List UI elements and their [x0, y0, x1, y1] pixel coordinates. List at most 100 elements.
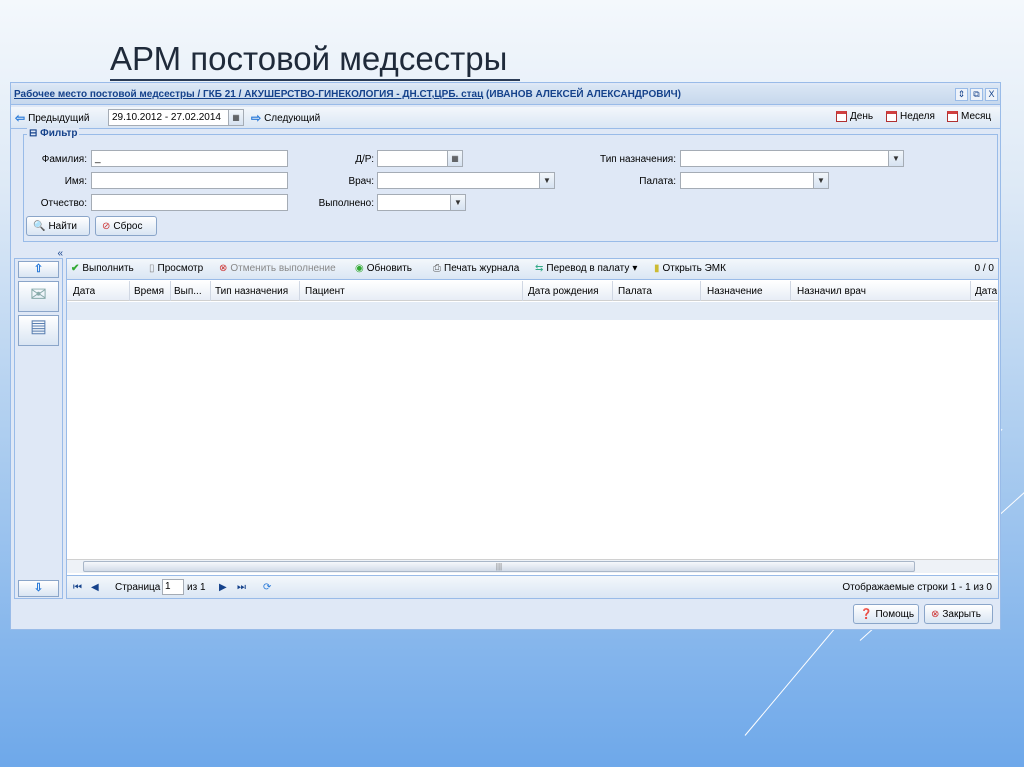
name-input[interactable]: [91, 172, 288, 189]
first-page-icon[interactable]: ⏮: [73, 582, 82, 593]
surname-input[interactable]: _: [91, 150, 288, 167]
help-icon: ❓: [860, 608, 873, 620]
prev-label: Предыдущий: [28, 112, 90, 124]
cancel-label: Отменить выполнение: [230, 263, 336, 274]
folder-icon: ▮: [654, 263, 660, 274]
close-button[interactable]: ⊗ Закрыть: [924, 604, 993, 624]
grid-toolbar: ✔ Выполнить ▯ Просмотр ⊗ Отменить выполнени…: [67, 259, 998, 280]
refresh-button[interactable]: ◉ Обновить: [355, 263, 412, 274]
prev-button[interactable]: ⇦ Предыдущий: [15, 111, 89, 125]
left-side-panel: ⇧ ✉ ▤ ⇩: [14, 258, 63, 599]
next-label: Следующий: [264, 112, 321, 124]
type-select[interactable]: ▼: [680, 150, 904, 167]
transfer-icon: ⇆: [535, 263, 544, 274]
surname-label: Фамилия:: [41, 154, 87, 165]
horizontal-scrollbar[interactable]: |||: [67, 559, 998, 573]
find-label: Найти: [48, 220, 77, 232]
reset-icon: ⊘: [102, 220, 111, 232]
execute-label: Выполнить: [82, 263, 134, 274]
title-link[interactable]: Рабочее место постовой медсестры / ГКБ 2…: [14, 89, 483, 100]
paging-toolbar: ⏮ ◀ Страница 1 из 1 ▶ ⏭ ⟳ Отображаемые с…: [67, 575, 998, 598]
search-icon: 🔍: [33, 220, 46, 232]
calendar-icon[interactable]: ▦: [447, 151, 462, 166]
done-label: Выполнено:: [318, 198, 374, 209]
dob-label: Д/Р:: [355, 154, 374, 165]
cancel-execution-button[interactable]: ⊗ Отменить выполнение: [219, 263, 336, 274]
week-button[interactable]: Неделя: [886, 111, 935, 122]
find-button[interactable]: 🔍 Найти: [26, 216, 90, 236]
column-date-2[interactable]: Дата: [975, 286, 997, 297]
check-icon: ✔: [71, 263, 80, 274]
done-select[interactable]: ▼: [377, 194, 466, 211]
day-button[interactable]: День: [836, 111, 873, 122]
print-journal-button[interactable]: ⎙ Печать журнала: [433, 263, 519, 274]
date-range-field[interactable]: 29.10.2012 - 27.02.2014 ▦: [108, 109, 244, 126]
refresh-label: Обновить: [366, 263, 413, 274]
printer-icon: ⎙: [433, 263, 441, 274]
arrow-right-icon: ⇨: [251, 111, 262, 125]
calendar-icon[interactable]: ▦: [228, 110, 243, 125]
week-label: Неделя: [900, 111, 935, 122]
refresh-icon[interactable]: ⟳: [263, 582, 271, 593]
grid-header: Дата Время Вып... Тип назначения Пациент…: [67, 281, 998, 301]
column-doctor[interactable]: Назначил врач: [797, 286, 866, 297]
type-label: Тип назначения:: [600, 154, 676, 165]
page-value: 1: [165, 581, 171, 592]
chevron-down-icon[interactable]: ▼: [888, 151, 903, 166]
view-button[interactable]: ▯ Просмотр: [149, 263, 203, 274]
surname-value: _: [95, 153, 101, 164]
column-patient[interactable]: Пациент: [305, 286, 345, 297]
dob-input[interactable]: ▦: [377, 150, 463, 167]
appointments-grid: ✔ Выполнить ▯ Просмотр ⊗ Отменить выполнени…: [66, 258, 999, 599]
collapse-button[interactable]: «: [14, 248, 63, 259]
dropdown-arrow-icon: ▾: [632, 263, 638, 274]
calendar-month-icon: [947, 111, 958, 122]
column-ward[interactable]: Палата: [618, 286, 652, 297]
reset-button[interactable]: ⊘ Сброс: [95, 216, 157, 236]
filter-legend: Фильтр: [40, 128, 78, 139]
messages-button[interactable]: ✉: [18, 281, 59, 312]
title-underline: [110, 79, 520, 81]
transfer-ward-button[interactable]: ⇆ Перевод в палату ▾: [535, 263, 637, 274]
doctor-select[interactable]: ▼: [377, 172, 555, 189]
last-page-icon[interactable]: ⏭: [237, 582, 246, 593]
column-type[interactable]: Тип назначения: [215, 286, 288, 297]
date-toolbar: ⇦ Предыдущий 29.10.2012 - 27.02.2014 ▦ ⇨ Сл…: [11, 107, 1000, 129]
name-label: Имя:: [64, 176, 87, 187]
journal-button[interactable]: ▤: [18, 315, 59, 346]
column-birth-date[interactable]: Дата рождения: [528, 286, 599, 297]
close-icon[interactable]: X: [985, 88, 998, 101]
scroll-up-button[interactable]: ⇧: [18, 261, 59, 278]
table-row[interactable]: [67, 302, 998, 320]
open-emk-button[interactable]: ▮ Открыть ЭМК: [654, 263, 726, 274]
month-button[interactable]: Месяц: [947, 111, 991, 122]
page-input[interactable]: 1: [162, 579, 184, 595]
chevron-down-icon[interactable]: ▼: [539, 173, 554, 188]
help-label: Помощь: [875, 608, 915, 620]
patronymic-input[interactable]: [91, 194, 288, 211]
reset-label: Сброс: [113, 220, 143, 232]
refresh-icon: ◉: [355, 263, 364, 274]
execute-button[interactable]: ✔ Выполнить: [71, 263, 134, 274]
scroll-down-button[interactable]: ⇩: [18, 580, 59, 597]
column-assignment[interactable]: Назначение: [707, 286, 763, 297]
filter-toggle[interactable]: ⊟ Фильтр: [27, 128, 80, 139]
patronymic-label: Отчество:: [40, 198, 87, 209]
column-done[interactable]: Вып...: [174, 286, 208, 297]
chevron-down-icon[interactable]: ▼: [450, 195, 465, 210]
calendar-week-icon: [886, 111, 897, 122]
next-page-icon[interactable]: ▶: [219, 582, 227, 593]
column-date[interactable]: Дата: [73, 286, 95, 297]
prev-page-icon[interactable]: ◀: [91, 582, 99, 593]
scrollbar-thumb[interactable]: |||: [83, 561, 915, 572]
calendar-day-icon: [836, 111, 847, 122]
ward-select[interactable]: ▼: [680, 172, 829, 189]
help-button[interactable]: ❓ Помощь: [853, 604, 919, 624]
next-button[interactable]: ⇨ Следующий: [251, 111, 320, 125]
column-time[interactable]: Время: [134, 286, 164, 297]
restore-icon[interactable]: ⧉: [970, 88, 983, 101]
chevron-down-icon[interactable]: ▼: [813, 173, 828, 188]
page-label: Страница: [115, 582, 161, 593]
maximize-icon[interactable]: ⇕: [955, 88, 968, 101]
slide-title: АРМ постовой медсестры: [110, 40, 508, 77]
